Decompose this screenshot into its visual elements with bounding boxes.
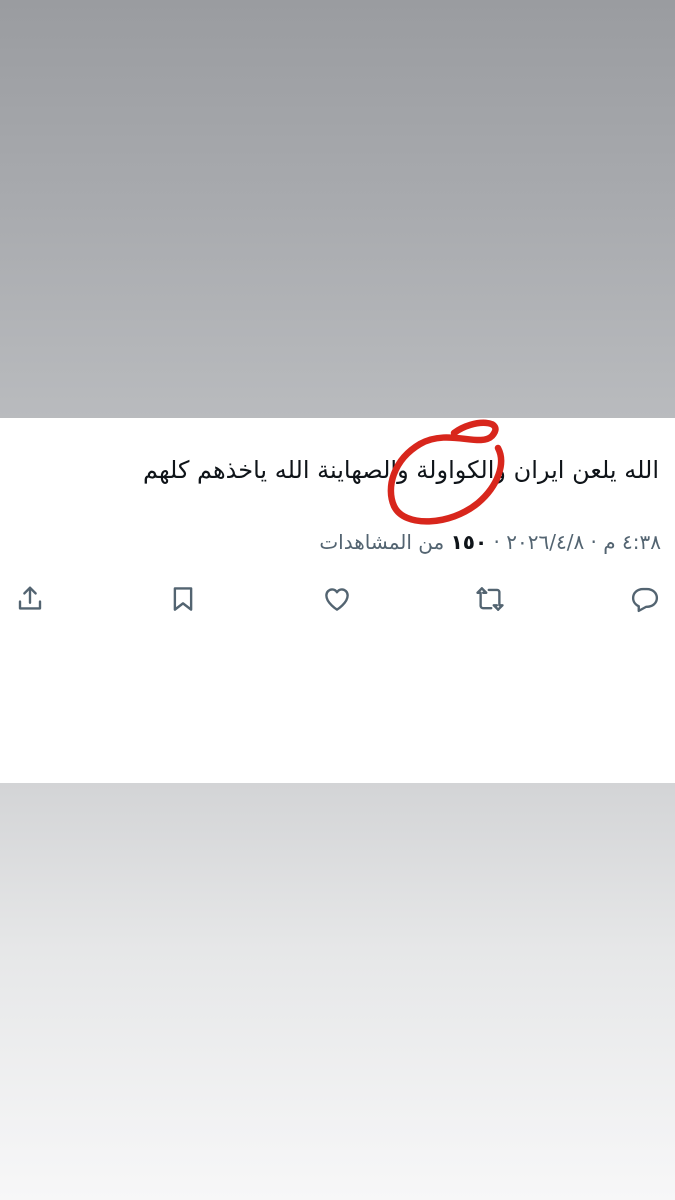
tweet-time[interactable]: ٤:٣٨ م [603, 530, 661, 554]
retweet-button[interactable] [472, 581, 508, 617]
tweet-card: الله يلعن ايران والكواولة والصهاينة الله… [0, 418, 675, 783]
tweet-text: الله يلعن ايران والكواولة والصهاينة الله… [142, 456, 659, 484]
views-label: من المشاهدات [319, 530, 451, 554]
tweet-date[interactable]: ٢٠٢٦/٤/٨ [506, 530, 584, 554]
views-count[interactable]: ١٥٠ [451, 530, 488, 554]
reply-icon [631, 587, 659, 613]
heart-icon [325, 588, 349, 611]
tweet-actions [0, 581, 675, 617]
like-button[interactable] [319, 581, 355, 617]
bookmark-button[interactable] [165, 581, 201, 617]
retweet-icon [476, 587, 504, 611]
reply-button[interactable] [627, 581, 663, 617]
screenshot-page: الله يلعن ايران والكواولة والصهاينة الله… [0, 0, 675, 1200]
bottom-gray-overlay [0, 783, 675, 1200]
bookmark-icon [173, 587, 193, 611]
meta-separator: · [584, 530, 604, 554]
share-button[interactable] [12, 581, 48, 617]
meta-separator: · [487, 530, 507, 554]
top-gray-overlay [0, 0, 675, 418]
tweet-meta: ٤:٣٨ م · ٢٠٢٦/٤/٨ · ١٥٠ من المشاهدات [319, 529, 661, 555]
share-icon [18, 586, 42, 610]
